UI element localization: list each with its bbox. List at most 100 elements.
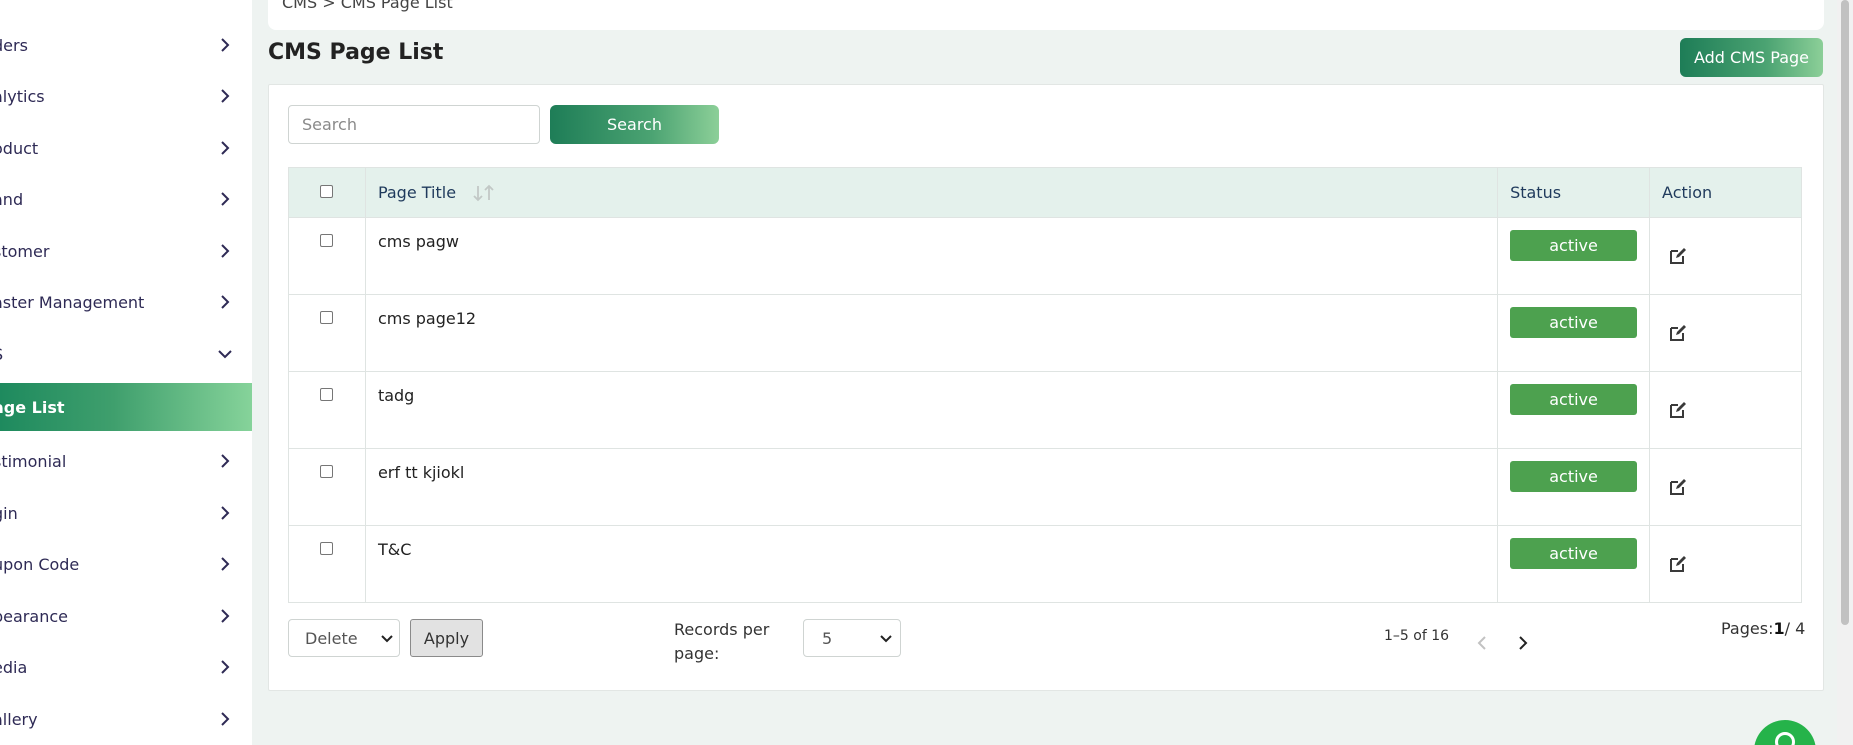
row-checkbox-cell bbox=[288, 525, 366, 603]
page-title-text: tadg bbox=[377, 386, 415, 405]
select-all-checkbox[interactable] bbox=[320, 185, 334, 198]
search-button[interactable]: Search bbox=[550, 105, 719, 144]
chat-button[interactable] bbox=[1754, 720, 1816, 745]
sidebar-item-label: allery bbox=[0, 709, 38, 729]
bulk-action-select[interactable]: Delete bbox=[288, 619, 400, 657]
edit-icon[interactable] bbox=[1668, 400, 1688, 420]
chevron-right-icon bbox=[221, 557, 230, 571]
add-cms-page-button[interactable]: Add CMS Page bbox=[1680, 38, 1823, 77]
status-badge[interactable]: active bbox=[1510, 384, 1638, 415]
records-per-page-value: 5 bbox=[822, 629, 833, 648]
sidebar-item-login[interactable]: gin bbox=[0, 489, 252, 537]
header-checkbox-cell bbox=[288, 167, 366, 218]
chevron-right-icon bbox=[221, 244, 230, 258]
records-per-page-select[interactable]: 5 bbox=[803, 619, 901, 657]
chevron-right-icon bbox=[221, 660, 230, 674]
page-title-cell: T&C bbox=[364, 525, 1499, 603]
row-checkbox[interactable] bbox=[320, 311, 334, 324]
table-row: cms page12 active bbox=[288, 294, 1802, 372]
row-checkbox-cell bbox=[288, 371, 366, 449]
status-badge[interactable]: active bbox=[1510, 538, 1638, 569]
page-title-text: T&C bbox=[377, 540, 412, 559]
column-header-page-title[interactable]: Page Title bbox=[364, 167, 1499, 218]
sidebar-item-appearance[interactable]: pearance bbox=[0, 592, 252, 640]
records-per-page-label: Records per page: bbox=[674, 620, 770, 663]
sidebar-item-label: S bbox=[0, 345, 3, 364]
sidebar-item-label: ders bbox=[0, 35, 28, 55]
sidebar-item-master-management[interactable]: aster Management bbox=[0, 278, 252, 326]
row-checkbox-cell bbox=[288, 294, 366, 372]
action-cell bbox=[1649, 525, 1802, 603]
page-title-cell: erf tt kjiokl bbox=[364, 448, 1499, 526]
table-header-row: Page Title Status Action bbox=[288, 167, 1802, 218]
row-checkbox-cell bbox=[288, 217, 366, 295]
edit-icon[interactable] bbox=[1668, 323, 1688, 343]
row-checkbox[interactable] bbox=[320, 465, 334, 478]
action-cell bbox=[1649, 448, 1802, 526]
sidebar-item-orders[interactable]: ders bbox=[0, 21, 252, 69]
chevron-left-icon[interactable] bbox=[1472, 633, 1492, 653]
sidebar-item-brand[interactable]: and bbox=[0, 175, 252, 223]
page-title-text: erf tt kjiokl bbox=[377, 463, 465, 482]
page-indicator: Pages:1/ 4 bbox=[1721, 619, 1805, 638]
current-page: 1 bbox=[1773, 619, 1785, 638]
row-checkbox-cell bbox=[288, 448, 366, 526]
status-badge[interactable]: active bbox=[1510, 307, 1638, 338]
status-badge[interactable]: active bbox=[1510, 230, 1638, 261]
sidebar-item-label: edia bbox=[0, 657, 28, 677]
sidebar-item-label: age List bbox=[0, 397, 65, 417]
chevron-right-icon bbox=[221, 141, 230, 155]
column-header-action: Action bbox=[1649, 167, 1802, 218]
scrollbar-thumb[interactable] bbox=[1841, 0, 1849, 625]
search-input[interactable] bbox=[288, 105, 540, 144]
chevron-right-icon bbox=[221, 89, 230, 103]
page-title-cell: cms pagw bbox=[364, 217, 1499, 295]
status-cell: active bbox=[1497, 525, 1651, 603]
sidebar-item-customer[interactable]: stomer bbox=[0, 227, 252, 275]
action-cell bbox=[1649, 217, 1802, 295]
table-row: erf tt kjiokl active bbox=[288, 448, 1802, 526]
sidebar-item-label: stomer bbox=[0, 241, 50, 261]
sort-icon[interactable] bbox=[471, 184, 497, 202]
table-row: cms pagw active bbox=[288, 217, 1802, 295]
sidebar-item-coupon-code[interactable]: upon Code bbox=[0, 540, 252, 588]
row-checkbox[interactable] bbox=[320, 542, 334, 555]
status-cell: active bbox=[1497, 217, 1651, 295]
total-pages: / 4 bbox=[1784, 619, 1806, 638]
column-header-status: Status bbox=[1497, 167, 1651, 218]
chevron-right-icon bbox=[221, 506, 230, 520]
row-checkbox[interactable] bbox=[320, 388, 334, 401]
table-row: tadg active bbox=[288, 371, 1802, 449]
edit-icon[interactable] bbox=[1668, 554, 1688, 574]
chevron-down-icon bbox=[218, 350, 232, 359]
sidebar-item-analytics[interactable]: alytics bbox=[0, 72, 252, 120]
status-cell: active bbox=[1497, 448, 1651, 526]
sidebar-item-label: alytics bbox=[0, 86, 45, 106]
status-badge[interactable]: active bbox=[1510, 461, 1638, 492]
table-row: T&C active bbox=[288, 525, 1802, 603]
page-title-text: cms page12 bbox=[377, 309, 477, 328]
breadcrumb-card bbox=[268, 0, 1824, 30]
sidebar-item-cms[interactable]: S bbox=[0, 330, 252, 378]
edit-icon[interactable] bbox=[1668, 477, 1688, 497]
sidebar-item-label: and bbox=[0, 189, 24, 209]
edit-icon[interactable] bbox=[1668, 246, 1688, 266]
apply-button[interactable]: Apply bbox=[410, 619, 483, 657]
chevron-right-icon[interactable] bbox=[1513, 633, 1533, 653]
chevron-right-icon bbox=[221, 192, 230, 206]
chevron-down-icon bbox=[880, 635, 892, 643]
sidebar-item-media[interactable]: edia bbox=[0, 643, 252, 691]
sidebar-item-cms-page-list[interactable]: age List bbox=[0, 383, 252, 431]
chat-icon bbox=[1775, 732, 1795, 745]
sidebar-item-label: pearance bbox=[0, 606, 68, 626]
sidebar-item-label: gin bbox=[0, 503, 18, 523]
page-title: CMS Page List bbox=[268, 40, 444, 65]
chevron-down-icon bbox=[381, 635, 393, 643]
action-cell bbox=[1649, 371, 1802, 449]
sidebar-item-product[interactable]: oduct bbox=[0, 124, 252, 172]
sidebar-item-testimonial[interactable]: stimonial bbox=[0, 437, 252, 485]
column-header-label: Page Title bbox=[377, 182, 457, 202]
status-cell: active bbox=[1497, 294, 1651, 372]
sidebar-item-gallery[interactable]: allery bbox=[0, 695, 252, 743]
row-checkbox[interactable] bbox=[320, 234, 334, 247]
